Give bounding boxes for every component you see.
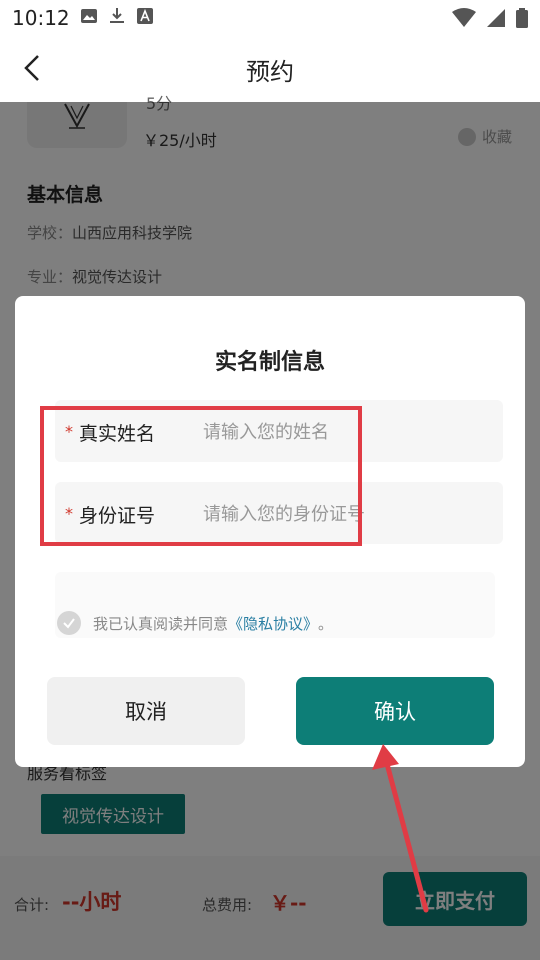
annotation-arrow [372, 744, 429, 913]
